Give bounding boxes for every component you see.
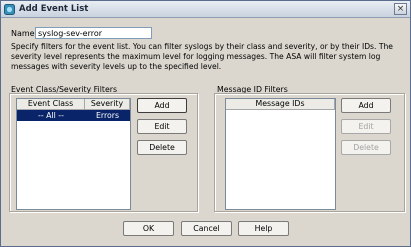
- message-id-delete-button[interactable]: Delete: [341, 140, 391, 155]
- message-id-edit-button[interactable]: Edit: [341, 119, 391, 134]
- window-title: Add Event List: [19, 4, 89, 14]
- name-input[interactable]: [35, 27, 152, 39]
- description-text: Specify filters for the event list. You …: [11, 42, 393, 71]
- ok-button[interactable]: OK: [123, 221, 174, 236]
- event-class-cell: -- All --: [38, 111, 64, 120]
- asdm-app-icon: [4, 3, 15, 15]
- table-row[interactable]: -- All -- Errors: [17, 110, 130, 121]
- column-header-message-ids[interactable]: Message IDs: [226, 99, 335, 110]
- help-button[interactable]: Help: [238, 221, 289, 236]
- cancel-button[interactable]: Cancel: [181, 221, 232, 236]
- column-header-severity[interactable]: Severity: [85, 99, 130, 110]
- message-id-table[interactable]: Message IDs: [225, 98, 336, 210]
- severity-cell: Errors: [95, 111, 120, 120]
- message-id-table-header: Message IDs: [226, 99, 335, 110]
- column-header-event-class[interactable]: Event Class: [17, 99, 85, 110]
- add-event-list-dialog: Add Event List × Name: Specify filters f…: [0, 0, 411, 247]
- event-class-table-header: Event Class Severity: [17, 99, 130, 110]
- title-bar[interactable]: Add Event List ×: [1, 1, 410, 18]
- message-id-add-button[interactable]: Add: [341, 98, 391, 113]
- event-class-table[interactable]: Event Class Severity -- All -- Errors: [16, 98, 131, 210]
- close-button[interactable]: ×: [394, 3, 407, 15]
- name-row: Name:: [11, 27, 152, 39]
- event-class-add-button[interactable]: Add: [137, 98, 187, 113]
- name-label: Name:: [11, 28, 38, 38]
- event-class-delete-button[interactable]: Delete: [137, 140, 187, 155]
- event-class-edit-button[interactable]: Edit: [137, 119, 187, 134]
